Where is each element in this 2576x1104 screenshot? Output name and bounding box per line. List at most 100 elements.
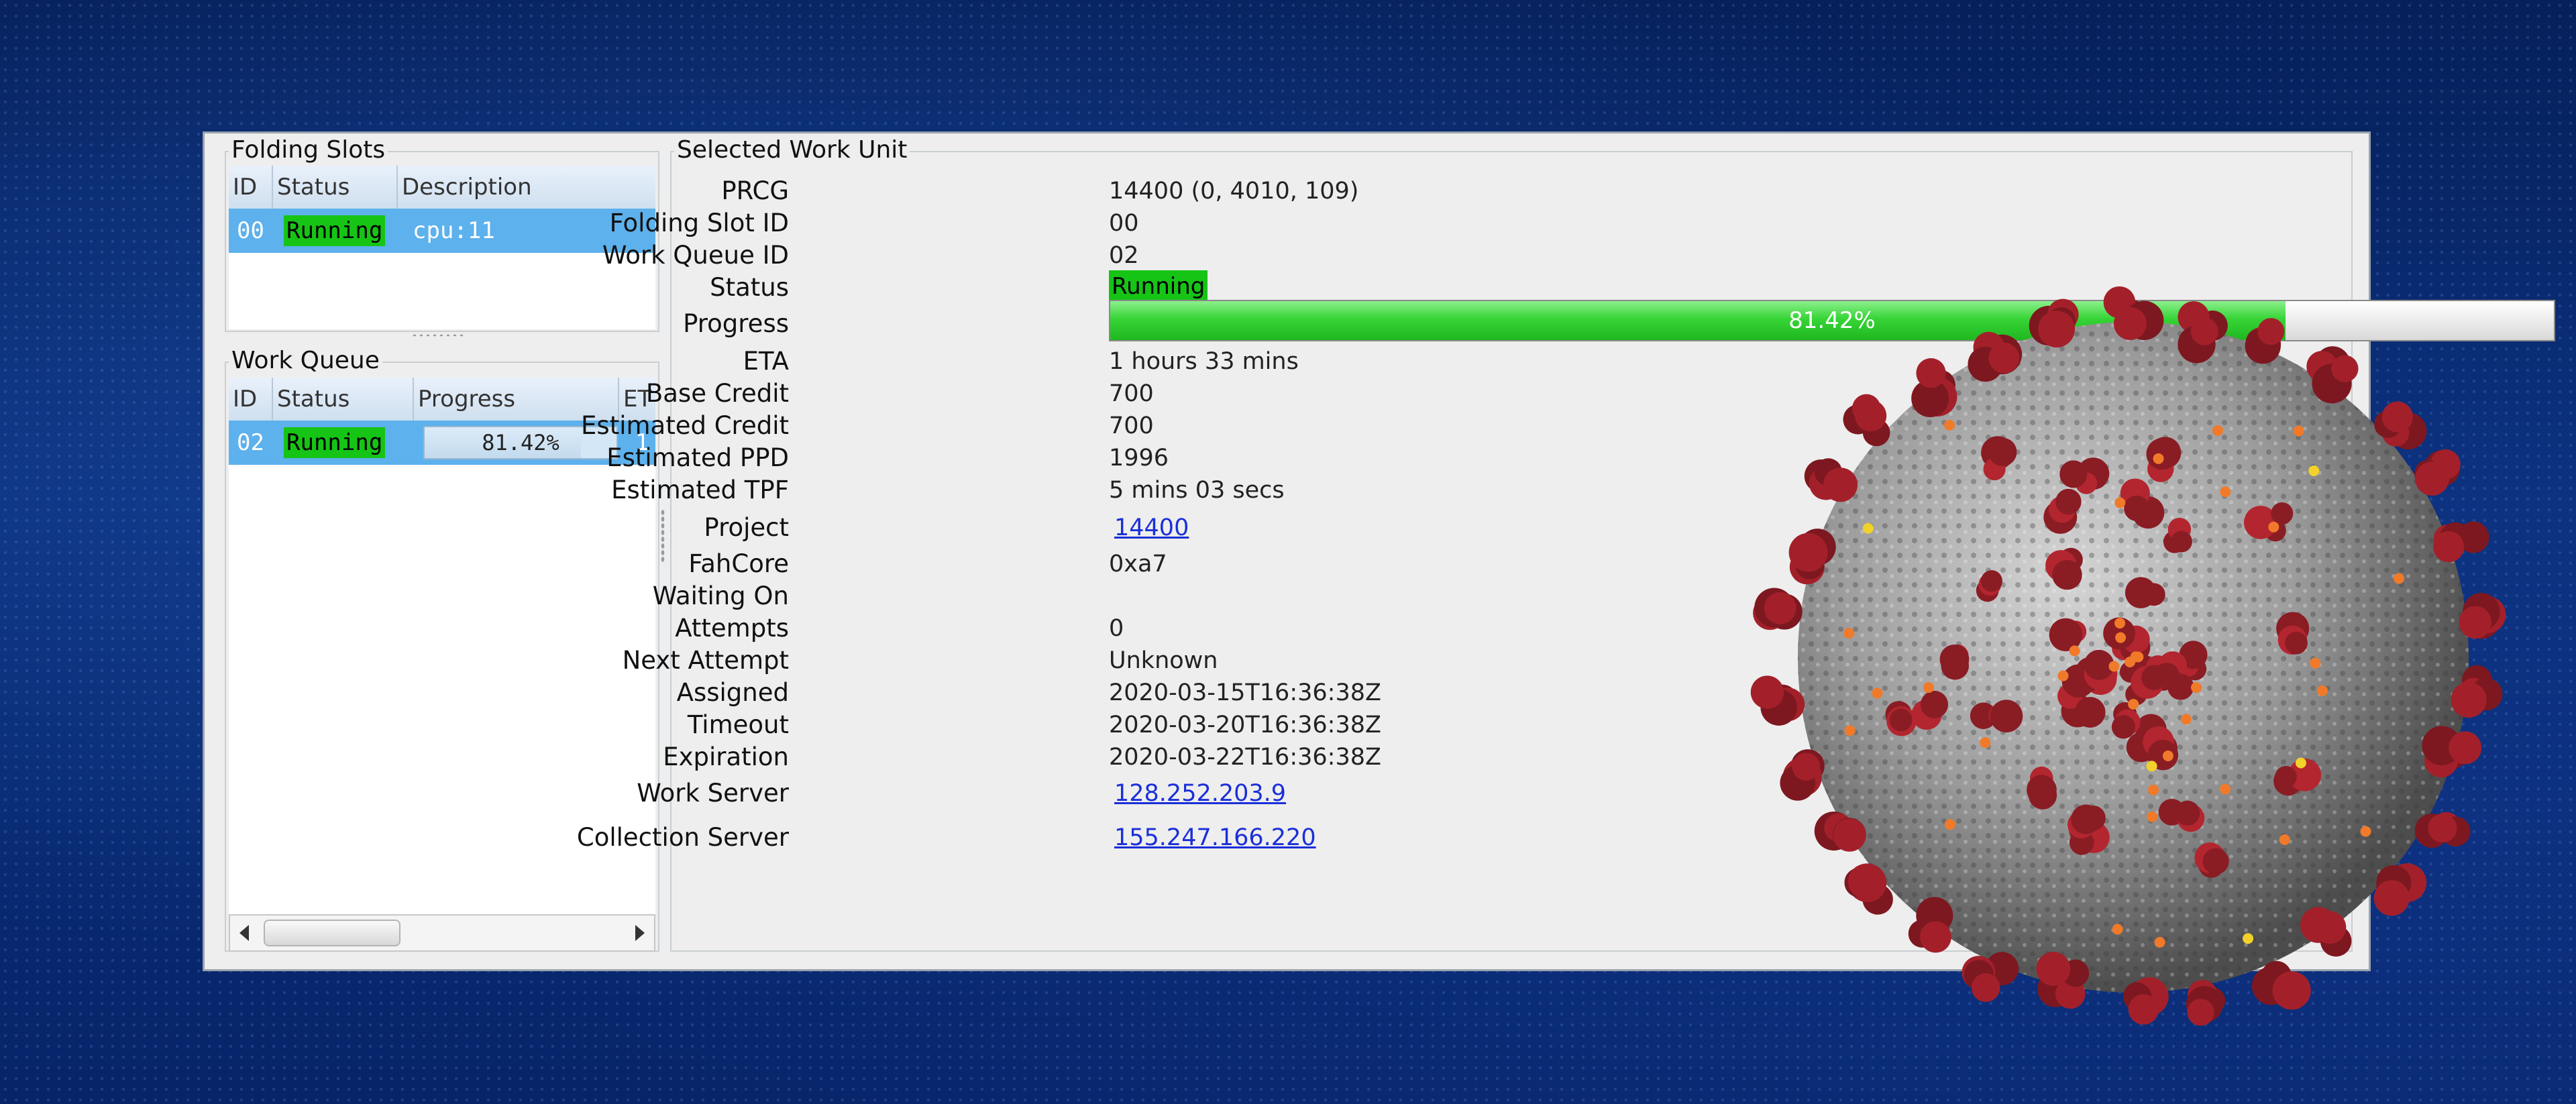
spike-blob bbox=[1980, 570, 2002, 592]
protein-dot bbox=[2128, 698, 2139, 710]
vertical-splitter[interactable] bbox=[661, 509, 665, 563]
label-attempts: Attempts bbox=[675, 614, 789, 643]
value-estimated-tpf: 5 mins 03 secs bbox=[1109, 477, 1285, 504]
label-base-credit: Base Credit bbox=[645, 379, 789, 408]
protein-dot bbox=[2154, 936, 2165, 948]
protein-dot bbox=[2360, 826, 2371, 837]
status-badge: Running bbox=[1109, 270, 1208, 302]
label-progress: Progress bbox=[683, 309, 789, 338]
protein-dot bbox=[2308, 465, 2320, 476]
spike-blob bbox=[2175, 800, 2200, 826]
value-prcg: 14400 (0, 4010, 109) bbox=[1109, 178, 1359, 205]
protein-dot bbox=[2133, 651, 2144, 663]
spike-blob bbox=[2170, 531, 2192, 553]
spike-blob bbox=[2373, 880, 2410, 916]
label-collection-server: Collection Server bbox=[576, 823, 789, 852]
spike-blob bbox=[1823, 467, 1858, 502]
protein-dot bbox=[1944, 819, 1955, 830]
protein-dot bbox=[2162, 751, 2174, 762]
protein-dot bbox=[2393, 573, 2404, 584]
status-badge: Running bbox=[284, 215, 386, 246]
splitter-handle[interactable] bbox=[411, 333, 465, 337]
col-status[interactable]: Status bbox=[273, 378, 414, 421]
collection-server-link[interactable]: 155.247.166.220 bbox=[1114, 824, 1316, 851]
spike-blob bbox=[1921, 690, 1949, 718]
protein-dot bbox=[2108, 661, 2120, 672]
value-attempts: 0 bbox=[1109, 615, 1124, 642]
label-eta: ETA bbox=[743, 347, 789, 376]
label-work-server: Work Server bbox=[637, 779, 789, 808]
folding-slots-title: Folding Slots bbox=[229, 136, 388, 164]
table-row[interactable]: 00 Running cpu:11 bbox=[229, 209, 655, 253]
protein-dot bbox=[2146, 761, 2157, 772]
protein-dot bbox=[2316, 685, 2328, 696]
spike-blob bbox=[1988, 342, 2020, 374]
project-link[interactable]: 14400 bbox=[1114, 514, 1189, 541]
protein-dot bbox=[2115, 632, 2127, 643]
spike-blob bbox=[2331, 355, 2359, 382]
value-base-credit: 700 bbox=[1109, 380, 1154, 407]
spike-blob bbox=[1916, 358, 1946, 388]
scroll-left-arrow-icon[interactable] bbox=[239, 925, 249, 941]
label-estimated-credit: Estimated Credit bbox=[581, 411, 789, 440]
spike-blob bbox=[2415, 461, 2449, 496]
spike-blob bbox=[2146, 438, 2178, 470]
spike-blob bbox=[1988, 437, 2017, 467]
folding-slots-header: ID Status Description bbox=[229, 166, 655, 210]
protein-dot bbox=[1872, 687, 1883, 699]
spike-blob bbox=[2451, 681, 2487, 718]
label-estimated-ppd: Estimated PPD bbox=[606, 443, 789, 472]
protein-dot bbox=[1844, 725, 1856, 736]
spike-blob bbox=[2052, 559, 2082, 590]
work-server-link[interactable]: 128.252.203.9 bbox=[1114, 780, 1286, 807]
spike-blob bbox=[2128, 994, 2159, 1025]
scroll-thumb[interactable] bbox=[264, 920, 400, 946]
protein-dot bbox=[2190, 682, 2202, 694]
spike-blob bbox=[2285, 631, 2308, 655]
spike-blob bbox=[2190, 317, 2218, 345]
spike-blob bbox=[1847, 864, 1883, 899]
spike-blob bbox=[1855, 400, 1887, 432]
spike-blob bbox=[1990, 700, 2023, 733]
protein-dot bbox=[1944, 419, 1955, 431]
scroll-right-arrow-icon[interactable] bbox=[635, 925, 645, 941]
spike-blob bbox=[2074, 697, 2106, 728]
protein-dot bbox=[2147, 811, 2158, 822]
label-timeout: Timeout bbox=[687, 710, 789, 739]
value-assigned: 2020-03-15T16:36:38Z bbox=[1109, 679, 1381, 706]
label-status: Status bbox=[710, 273, 789, 302]
spike-blob bbox=[2071, 804, 2101, 834]
label-slot-id: Folding Slot ID bbox=[609, 209, 789, 237]
horizontal-scrollbar[interactable] bbox=[229, 914, 655, 952]
protein-dot bbox=[1980, 737, 1991, 749]
spike-blob bbox=[2027, 775, 2057, 806]
col-id[interactable]: ID bbox=[229, 378, 273, 421]
label-prcg: PRCG bbox=[721, 176, 789, 205]
slot-description: cpu:11 bbox=[413, 217, 495, 244]
protein-dot bbox=[2180, 714, 2192, 725]
spike-blob bbox=[2428, 814, 2457, 843]
status-badge: Running bbox=[284, 427, 386, 458]
spike-blob bbox=[1889, 708, 1913, 732]
spike-blob bbox=[2055, 488, 2082, 515]
spike-blob bbox=[1920, 921, 1951, 953]
col-status[interactable]: Status bbox=[273, 166, 398, 209]
label-fahcore: FahCore bbox=[688, 549, 789, 578]
spike-blob bbox=[2313, 911, 2347, 944]
spike-blob bbox=[2202, 848, 2229, 875]
label-estimated-tpf: Estimated TPF bbox=[611, 476, 789, 504]
value-expiration: 2020-03-22T16:36:38Z bbox=[1109, 744, 1381, 771]
value-eta: 1 hours 33 mins bbox=[1109, 348, 1299, 375]
col-description[interactable]: Description bbox=[398, 166, 655, 209]
protein-dot bbox=[2293, 425, 2304, 437]
protein-dot bbox=[2220, 486, 2231, 498]
spike-blob bbox=[2272, 971, 2311, 1010]
protein-dot bbox=[1843, 628, 1855, 639]
spike-blob bbox=[2275, 765, 2297, 788]
value-fahcore: 0xa7 bbox=[1109, 551, 1167, 577]
protein-dot bbox=[1862, 522, 1874, 534]
spike-blob bbox=[2059, 460, 2088, 488]
label-queue-id: Work Queue ID bbox=[602, 241, 789, 270]
col-id[interactable]: ID bbox=[229, 166, 273, 209]
label-assigned: Assigned bbox=[676, 678, 789, 707]
